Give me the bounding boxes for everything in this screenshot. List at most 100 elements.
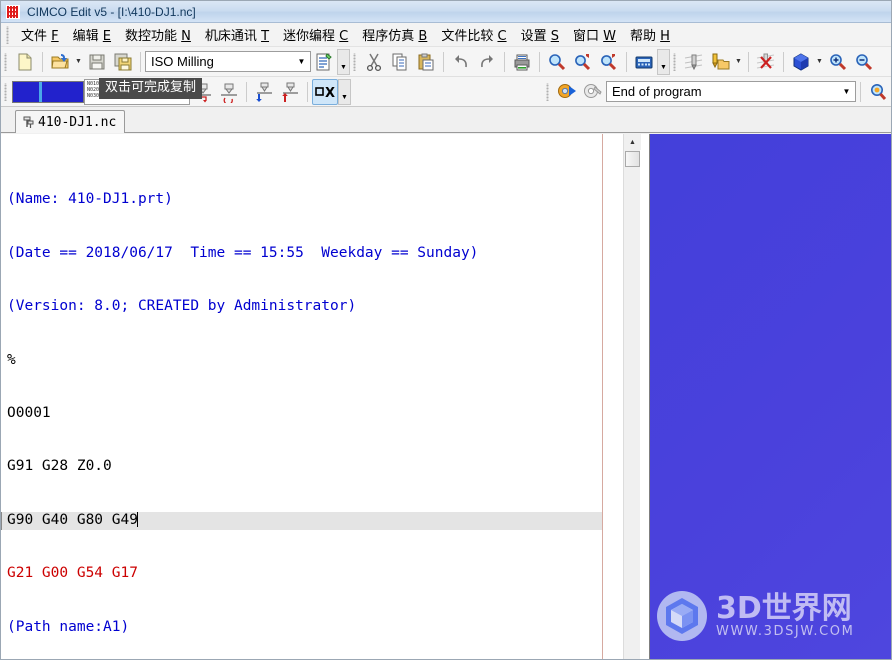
menu-machine-comm-mnemonic: T [261, 29, 270, 44]
cut-icon[interactable] [361, 49, 387, 75]
program-position-combo[interactable]: End of program ▼ [606, 81, 856, 102]
tool-compensation-icon[interactable] [681, 49, 707, 75]
menu-edit[interactable]: 编辑 E [66, 22, 118, 47]
close-x-icon[interactable]: X [312, 78, 338, 105]
cimco-logo-icon [5, 4, 21, 20]
menu-mini-programming[interactable]: 迷你编程 C [276, 22, 355, 47]
toolbar-separator [140, 51, 141, 72]
viewport-canvas[interactable] [650, 134, 891, 659]
scroll-thumb[interactable] [625, 151, 640, 167]
undo-icon[interactable] [448, 49, 474, 75]
new-file-icon[interactable] [12, 49, 38, 75]
nc-file-icon [21, 115, 36, 130]
zoom-in-icon[interactable] [825, 49, 851, 75]
solid-view-dropdown-arrow[interactable]: ▼ [814, 49, 825, 75]
chevron-down-icon[interactable]: ▼ [838, 82, 855, 101]
paste-icon[interactable] [413, 49, 439, 75]
solid-view-icon[interactable] [788, 49, 814, 75]
save-icon[interactable] [84, 49, 110, 75]
toolbar-separator [443, 51, 444, 72]
tab-label: 410-DJ1.nc [38, 114, 117, 130]
tool-library-icon[interactable] [707, 49, 733, 75]
tab-410-dj1-nc[interactable]: 410-DJ1.nc [15, 110, 126, 133]
save-all-icon[interactable] [110, 49, 136, 75]
machine-type-value: ISO Milling [151, 54, 214, 69]
document-tab-strip: 410-DJ1.nc [1, 107, 891, 133]
menu-file[interactable]: 文件 F [14, 22, 66, 47]
toolbar-grip-1[interactable] [3, 52, 10, 71]
copy-tooltip: 双击可完成复制 [99, 78, 203, 99]
nc-assistant-icon[interactable] [865, 79, 891, 105]
svg-text:X: X [325, 86, 335, 100]
file-properties-icon[interactable] [311, 49, 337, 75]
toolbar-grip-2[interactable] [352, 52, 359, 71]
menu-file-label: 文件 [21, 29, 48, 44]
code-line: (Name: 410-DJ1.prt) [1, 191, 602, 209]
code-line: G21 G00 G54 G17 [1, 565, 602, 583]
toolbar-overflow-1[interactable]: ▼ [337, 48, 350, 75]
menu-file-compare[interactable]: 文件比较 C [434, 22, 513, 47]
scroll-up-icon[interactable]: ▲ [624, 134, 641, 150]
print-icon[interactable] [509, 49, 535, 75]
find-next-icon[interactable] [570, 49, 596, 75]
menu-file-compare-label: 文件比较 [441, 29, 494, 44]
move-up-icon[interactable] [277, 79, 303, 105]
backplot-viewport[interactable] [649, 134, 891, 659]
code-line-current[interactable]: G90 G40 G80 G49 [1, 511, 602, 530]
align-bottom-icon[interactable] [216, 79, 242, 105]
backplot-preview-icon[interactable] [12, 80, 84, 103]
menu-window[interactable]: 窗口 W [566, 22, 623, 47]
redo-icon[interactable] [474, 49, 500, 75]
toolbar-separator [748, 51, 749, 72]
menu-backplot[interactable]: 程序仿真 B [355, 22, 434, 47]
title-bar: CIMCO Edit v5 - [I:\410-DJ1.nc] [1, 1, 891, 23]
menu-window-label: 窗口 [572, 29, 599, 44]
menu-help[interactable]: 帮助 H [623, 22, 677, 47]
backplot-icon[interactable] [554, 79, 580, 105]
menu-help-label: 帮助 [630, 29, 657, 44]
code-line: G91 G28 Z0.0 [1, 458, 602, 476]
open-file-icon[interactable] [47, 49, 73, 75]
toolbar-grip-3[interactable] [672, 52, 679, 71]
toolbar-separator [783, 51, 784, 72]
menu-machine-comm[interactable]: 机床通讯 T [198, 22, 276, 47]
toolbar-separator [42, 51, 43, 72]
menu-settings-mnemonic: S [550, 29, 559, 44]
zoom-out-icon[interactable] [851, 49, 877, 75]
copy-icon[interactable] [387, 49, 413, 75]
menu-nc-functions-mnemonic: N [181, 29, 191, 44]
menu-bar: 文件 F 编辑 E 数控功能 N 机床通讯 T 迷你编程 C 程序仿真 B 文件… [1, 23, 891, 47]
toolbar-overflow-2[interactable]: ▼ [657, 48, 670, 75]
menu-settings[interactable]: 设置 S [514, 22, 566, 47]
move-down-icon[interactable] [251, 79, 277, 105]
code-line-text: G90 G40 G80 G49 [7, 511, 138, 528]
chevron-down-icon[interactable]: ▼ [293, 52, 310, 71]
toolbar-grip-4[interactable] [3, 82, 10, 101]
code-line-text: (Path name:A1) [7, 618, 130, 635]
toolbar-grip-5[interactable] [545, 82, 552, 101]
find-previous-icon[interactable] [596, 49, 622, 75]
code-line: (Path name:A1) [1, 619, 602, 637]
editor-vertical-scrollbar[interactable]: ▲ [623, 134, 641, 659]
toolbar-overflow-3[interactable]: ▼ [338, 78, 351, 105]
secondary-toolbar: N010 G21 G17N020 /G54 G90N030 T01 M06 [1, 77, 891, 107]
code-lines: (Name: 410-DJ1.prt) (Date == 2018/06/17 … [1, 138, 602, 659]
menu-mini-programming-mnemonic: C [339, 29, 349, 44]
delete-tool-icon[interactable] [753, 49, 779, 75]
backplot-setup-icon[interactable] [580, 79, 606, 105]
menu-backplot-mnemonic: B [418, 29, 428, 44]
menu-file-mnemonic: F [51, 29, 59, 44]
code-line: (Date == 2018/06/17 Time == 15:55 Weekda… [1, 245, 602, 263]
open-file-dropdown-arrow[interactable]: ▼ [73, 49, 84, 75]
menu-backplot-label: 程序仿真 [362, 29, 415, 44]
menu-grip[interactable] [5, 25, 12, 44]
code-line-text: G21 G00 G54 G17 [7, 565, 138, 582]
machine-type-combo[interactable]: ISO Milling ▼ [145, 51, 311, 72]
find-icon[interactable] [544, 49, 570, 75]
calculator-icon[interactable] [631, 49, 657, 75]
menu-nc-functions[interactable]: 数控功能 N [118, 22, 198, 47]
code-editor[interactable]: (Name: 410-DJ1.prt) (Date == 2018/06/17 … [1, 134, 602, 659]
program-position-value: End of program [612, 84, 702, 99]
tool-library-dropdown-arrow[interactable]: ▼ [733, 49, 744, 75]
editor-right-filler [603, 134, 623, 659]
